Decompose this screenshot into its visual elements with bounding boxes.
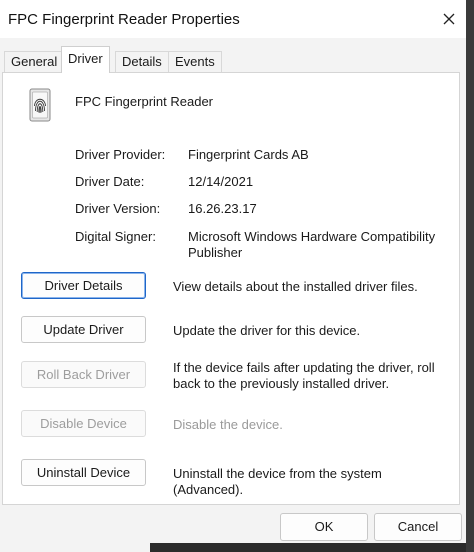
tab-events[interactable]: Events [168, 51, 222, 72]
tab-details[interactable]: Details [115, 51, 169, 72]
driver-date-value: 12/14/2021 [188, 174, 254, 189]
disable-device-description: Disable the device. [173, 417, 283, 432]
driver-provider-value: Fingerprint Cards AB [188, 147, 309, 162]
ok-button[interactable]: OK [280, 513, 368, 541]
uninstall-device-description: Uninstall the device from the system (Ad… [173, 466, 382, 497]
close-icon[interactable] [438, 8, 460, 30]
device-name: FPC Fingerprint Reader [75, 94, 213, 109]
title-bar: FPC Fingerprint Reader Properties [0, 0, 466, 38]
background-window-edge [466, 0, 474, 552]
roll-back-driver-description: If the device fails after updating the d… [173, 360, 435, 391]
update-driver-button[interactable]: Update Driver [21, 316, 146, 343]
tab-driver[interactable]: Driver [61, 46, 110, 73]
background-window-bottom [150, 543, 466, 552]
driver-details-button[interactable]: Driver Details [21, 272, 146, 299]
driver-date-label: Driver Date: [75, 174, 145, 189]
driver-provider-label: Driver Provider: [75, 147, 166, 162]
roll-back-driver-button: Roll Back Driver [21, 361, 146, 388]
digital-signer-label: Digital Signer: [75, 229, 156, 244]
fingerprint-device-icon [29, 88, 51, 122]
tab-general[interactable]: General [4, 51, 65, 72]
driver-details-description: View details about the installed driver … [173, 279, 418, 294]
digital-signer-value: Microsoft Windows Hardware Compatibility… [188, 229, 436, 260]
update-driver-description: Update the driver for this device. [173, 323, 361, 338]
driver-tab-panel: FPC Fingerprint Reader Driver Provider: … [2, 72, 460, 505]
cancel-button[interactable]: Cancel [374, 513, 462, 541]
disable-device-button: Disable Device [21, 410, 146, 437]
window-title: FPC Fingerprint Reader Properties [8, 11, 240, 28]
properties-dialog: FPC Fingerprint Reader Properties Genera… [0, 0, 466, 552]
driver-version-value: 16.26.23.17 [188, 201, 257, 216]
driver-version-label: Driver Version: [75, 201, 161, 216]
uninstall-device-button[interactable]: Uninstall Device [21, 459, 146, 486]
tab-strip: General Driver Details Events [0, 38, 466, 73]
